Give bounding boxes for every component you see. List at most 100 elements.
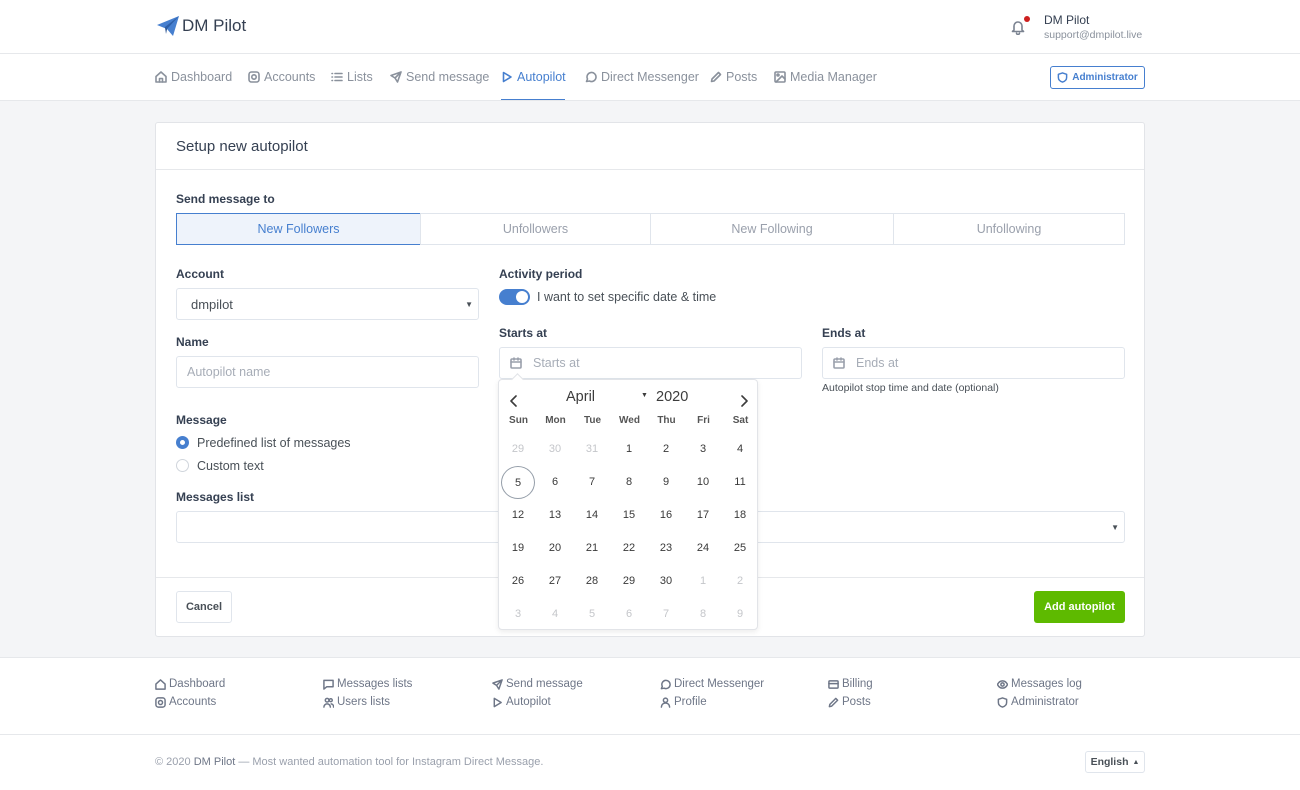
footer-link-send-message[interactable]: Send message (492, 678, 583, 690)
day-cell[interactable]: 4 (723, 433, 757, 466)
day-cell[interactable]: 9 (723, 598, 757, 631)
day-cell[interactable]: 1 (686, 565, 720, 598)
bell-icon[interactable] (1011, 19, 1025, 35)
target-unfollowers[interactable]: Unfollowers (420, 213, 651, 245)
footer-link-profile[interactable]: Profile (660, 696, 707, 708)
footer-link-direct-messenger[interactable]: Direct Messenger (660, 678, 764, 690)
picker-month[interactable]: April (566, 389, 595, 405)
footer-link-billing[interactable]: Billing (828, 678, 873, 690)
pen-icon (710, 71, 722, 83)
day-cell[interactable]: 13 (538, 499, 572, 532)
day-cell[interactable]: 29 (501, 433, 535, 466)
cancel-button[interactable]: Cancel (176, 591, 232, 623)
user-name[interactable]: DM Pilot (1044, 13, 1089, 27)
send-icon (492, 678, 503, 690)
weekday-header: Fri (697, 415, 710, 426)
day-cell[interactable]: 27 (538, 565, 572, 598)
day-cell[interactable]: 6 (538, 466, 572, 499)
day-cell[interactable]: 3 (686, 433, 720, 466)
day-cell[interactable]: 23 (649, 532, 683, 565)
starts-at-placeholder: Starts at (533, 356, 580, 370)
nav-item-posts[interactable]: Posts (710, 70, 757, 84)
footer-link-posts[interactable]: Posts (828, 696, 871, 708)
day-cell[interactable]: 28 (575, 565, 609, 598)
language-selector[interactable]: English ▲ (1085, 751, 1145, 773)
footer-links: Dashboard Accounts Messages lists Users … (0, 657, 1300, 735)
day-cell[interactable]: 2 (649, 433, 683, 466)
footer-link-messages-log[interactable]: Messages log (997, 678, 1082, 690)
day-cell[interactable]: 2 (723, 565, 757, 598)
footer-link-administrator[interactable]: Administrator (997, 696, 1079, 708)
radio-custom-text-label[interactable]: Custom text (197, 459, 264, 473)
day-cell[interactable]: 17 (686, 499, 720, 532)
nav-item-direct-messenger[interactable]: Direct Messenger (585, 70, 699, 84)
day-cell[interactable]: 5 (575, 598, 609, 631)
day-cell[interactable]: 14 (575, 499, 609, 532)
target-unfollowing[interactable]: Unfollowing (893, 213, 1125, 245)
specific-date-toggle-label[interactable]: I want to set specific date & time (537, 290, 716, 304)
day-cell[interactable]: 12 (501, 499, 535, 532)
day-cell[interactable]: 31 (575, 433, 609, 466)
nav-item-accounts[interactable]: Accounts (248, 70, 315, 84)
day-cell[interactable]: 11 (723, 466, 757, 499)
copyright-brand-link[interactable]: DM Pilot (194, 756, 236, 768)
message-square-icon (323, 679, 334, 690)
day-cell[interactable]: 8 (612, 466, 646, 499)
footer-link-autopilot[interactable]: Autopilot (492, 696, 551, 708)
day-cell[interactable]: 1 (612, 433, 646, 466)
day-cell[interactable]: 30 (649, 565, 683, 598)
day-cell[interactable]: 8 (686, 598, 720, 631)
day-cell[interactable]: 7 (649, 598, 683, 631)
day-cell-today[interactable]: 5 (501, 466, 535, 499)
radio-predefined-list-label[interactable]: Predefined list of messages (197, 436, 351, 450)
nav-item-send-message[interactable]: Send message (390, 70, 489, 84)
administrator-button[interactable]: Administrator (1050, 66, 1145, 89)
picker-year[interactable]: 2020 (656, 389, 688, 405)
nav-item-autopilot[interactable]: Autopilot (501, 70, 566, 84)
day-cell[interactable]: 9 (649, 466, 683, 499)
chevron-left-icon[interactable] (509, 395, 519, 407)
radio-predefined-list[interactable] (176, 436, 189, 449)
day-cell[interactable]: 6 (612, 598, 646, 631)
nav-item-dashboard[interactable]: Dashboard (155, 70, 232, 84)
caret-down-icon[interactable]: ▼ (641, 392, 648, 399)
radio-custom-text[interactable] (176, 459, 189, 472)
day-cell[interactable]: 19 (501, 532, 535, 565)
day-cell[interactable]: 16 (649, 499, 683, 532)
day-cell[interactable]: 24 (686, 532, 720, 565)
nav-item-media-manager[interactable]: Media Manager (774, 70, 877, 84)
footer-link-messages-lists[interactable]: Messages lists (323, 678, 412, 690)
day-cell[interactable]: 4 (538, 598, 572, 631)
day-cell[interactable]: 26 (501, 565, 535, 598)
instagram-icon (155, 696, 166, 708)
day-cell[interactable]: 22 (612, 532, 646, 565)
chevron-right-icon[interactable] (739, 395, 749, 407)
list-icon (331, 72, 343, 82)
day-cell[interactable]: 29 (612, 565, 646, 598)
day-cell[interactable]: 7 (575, 466, 609, 499)
day-cell[interactable]: 20 (538, 532, 572, 565)
specific-date-toggle[interactable] (499, 289, 530, 305)
footer-link-dashboard[interactable]: Dashboard (155, 678, 225, 690)
nav-item-lists[interactable]: Lists (331, 70, 373, 84)
day-cell[interactable]: 18 (723, 499, 757, 532)
starts-at-input[interactable]: Starts at (499, 347, 802, 379)
footer-link-label: Accounts (169, 696, 217, 708)
name-input[interactable]: Autopilot name (176, 356, 479, 388)
app-logo[interactable]: DM Pilot (156, 14, 246, 38)
day-cell[interactable]: 30 (538, 433, 572, 466)
starts-at-label: Starts at (499, 326, 548, 340)
target-new-followers[interactable]: New Followers (176, 213, 421, 245)
day-cell[interactable]: 21 (575, 532, 609, 565)
day-cell[interactable]: 10 (686, 466, 720, 499)
footer-link-users-lists[interactable]: Users lists (323, 696, 390, 708)
day-cell[interactable]: 3 (501, 598, 535, 631)
target-new-following[interactable]: New Following (650, 213, 894, 245)
day-cell[interactable]: 15 (612, 499, 646, 532)
account-select[interactable]: dmpilot ▼ (176, 288, 479, 320)
add-autopilot-button[interactable]: Add autopilot (1034, 591, 1125, 623)
main-nav: Dashboard Accounts Lists Send message Au… (0, 54, 1300, 101)
ends-at-input[interactable]: Ends at (822, 347, 1125, 379)
day-cell[interactable]: 25 (723, 532, 757, 565)
footer-link-accounts[interactable]: Accounts (155, 696, 216, 708)
